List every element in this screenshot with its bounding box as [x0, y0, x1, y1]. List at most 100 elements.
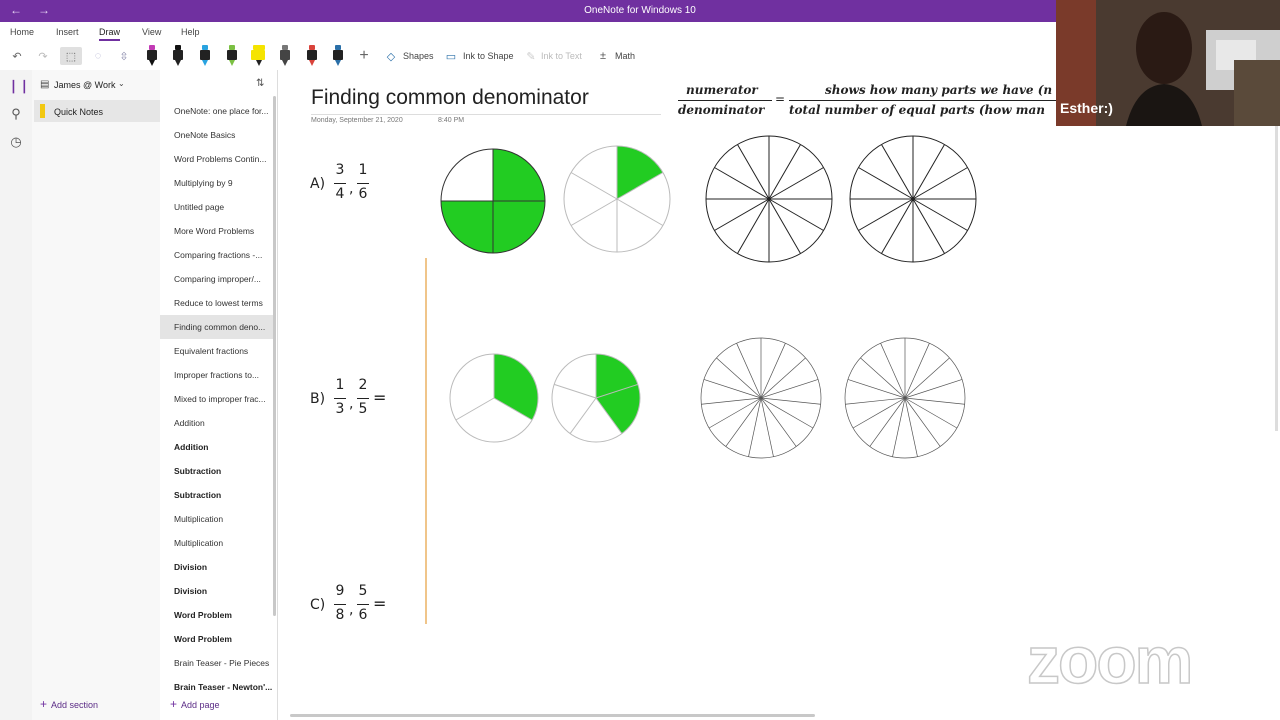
page-item[interactable]: OneNote Basics: [160, 123, 274, 147]
fraction-bar: [357, 183, 369, 184]
notebook-icon: ▤: [40, 79, 50, 90]
fraction-bar: [357, 604, 369, 605]
page-item-label: Comparing fractions -...: [174, 250, 263, 260]
add-section-label: Add section: [51, 700, 99, 710]
shapes-icon[interactable]: ◇: [384, 47, 398, 65]
pen-7-icon[interactable]: [332, 45, 344, 67]
page-item-label: Subtraction: [174, 466, 222, 476]
page-item[interactable]: Word Problem: [160, 627, 274, 651]
sort-pages-icon[interactable]: ⇅: [256, 78, 264, 89]
pen-5-icon[interactable]: [279, 45, 291, 67]
add-section-button[interactable]: + Add section: [40, 697, 98, 711]
page-item[interactable]: More Word Problems: [160, 219, 274, 243]
sections-panel: ▤ James @ Work ⌄ Quick Notes: [32, 70, 160, 720]
fraction-bar: [334, 398, 346, 399]
problem-label: B): [310, 391, 326, 407]
fraction-denominator: 8: [335, 607, 345, 623]
shapes-button[interactable]: Shapes: [403, 51, 434, 61]
page-item[interactable]: Brain Teaser - Newton'...: [160, 675, 274, 699]
page-item-label: Word Problems Contin...: [174, 154, 267, 164]
redo-icon[interactable]: ↷: [34, 47, 52, 65]
page-item-label: Equivalent fractions: [174, 346, 249, 356]
ink-to-shape-button[interactable]: Ink to Shape: [463, 51, 514, 61]
page-item[interactable]: Brain Teaser - Pie Pieces: [160, 651, 274, 675]
fraction-numerator: 1: [335, 377, 345, 393]
page-item[interactable]: Multiplication: [160, 531, 274, 555]
insert-space-icon[interactable]: ⇳: [114, 47, 134, 65]
ink-to-shape-icon[interactable]: ▭: [444, 47, 458, 65]
math-button[interactable]: Math: [615, 51, 635, 61]
page-item[interactable]: Word Problem: [160, 603, 274, 627]
page-item-label: Multiplication: [174, 514, 224, 524]
fraction-denominator: 6: [358, 186, 368, 202]
tab-help[interactable]: Help: [181, 27, 200, 37]
page-item-label: Word Problem: [174, 634, 232, 644]
ink-divider-line: [425, 258, 427, 624]
pen-1-icon[interactable]: [146, 45, 158, 67]
webcam-video: Esther:): [1056, 0, 1280, 126]
fraction-numerator: 1: [358, 162, 368, 178]
plus-icon: +: [40, 697, 48, 711]
ink-to-text-icon: ✎: [526, 50, 536, 63]
section-label: Quick Notes: [54, 107, 104, 117]
eraser-icon[interactable]: ◌: [88, 47, 108, 65]
pen-4-icon[interactable]: [226, 45, 238, 67]
pen-6-icon[interactable]: [306, 45, 318, 67]
notebooks-icon[interactable]: ❘❘❘: [8, 78, 41, 94]
page-item[interactable]: OneNote: one place for...: [160, 99, 274, 123]
page-item[interactable]: Reduce to lowest terms: [160, 291, 274, 315]
recent-icon[interactable]: ◷: [8, 134, 24, 150]
section-quick-notes[interactable]: Quick Notes: [34, 100, 160, 122]
page-item[interactable]: Finding common deno...: [160, 315, 274, 339]
tab-draw[interactable]: Draw: [99, 27, 121, 41]
page-item[interactable]: Improper fractions to...: [160, 363, 274, 387]
formula-rhs-numerator: shows how many parts we have (n: [825, 83, 1053, 97]
tab-view[interactable]: View: [142, 27, 161, 37]
page-item[interactable]: Word Problems Contin...: [160, 147, 274, 171]
page-item[interactable]: Equivalent fractions: [160, 339, 274, 363]
page-item[interactable]: Comparing improper/...: [160, 267, 274, 291]
formula-lhs-bar: [678, 100, 772, 101]
page-item[interactable]: Subtraction: [160, 459, 274, 483]
notebook-selector[interactable]: James @ Work: [54, 80, 115, 90]
fraction-bar: [357, 398, 369, 399]
add-page-button[interactable]: + Add page: [170, 697, 220, 711]
undo-icon[interactable]: ↶: [8, 47, 26, 65]
add-pen-icon[interactable]: +: [356, 47, 372, 65]
page-title[interactable]: Finding common denominator: [311, 86, 589, 110]
page-item[interactable]: Multiplication: [160, 507, 274, 531]
pen-3-icon[interactable]: [199, 45, 211, 67]
page-date: Monday, September 21, 2020: [311, 117, 403, 124]
fraction-bar: [334, 604, 346, 605]
chevron-down-icon[interactable]: ⌄: [118, 79, 125, 88]
page-item-label: Finding common deno...: [174, 322, 266, 332]
page-item[interactable]: Division: [160, 579, 274, 603]
tab-home[interactable]: Home: [10, 27, 34, 37]
page-item[interactable]: Multiplying by 9: [160, 171, 274, 195]
comma: ,: [349, 181, 354, 197]
page-item[interactable]: Untitled page: [160, 195, 274, 219]
nav-rail: ❘❘❘ ⚲ ◷: [0, 70, 41, 720]
lasso-select-icon[interactable]: ⬚: [60, 47, 82, 65]
page-item[interactable]: Division: [160, 555, 274, 579]
page-item[interactable]: Mixed to improper frac...: [160, 387, 274, 411]
page-item[interactable]: Addition: [160, 411, 274, 435]
search-icon[interactable]: ⚲: [8, 106, 24, 122]
math-icon[interactable]: ±: [596, 47, 610, 65]
pages-scrollbar[interactable]: [273, 96, 276, 616]
canvas-vertical-scrollbar[interactable]: [1275, 126, 1278, 431]
formula-rhs-bar: [789, 100, 1056, 101]
tab-insert[interactable]: Insert: [56, 27, 79, 37]
page-item[interactable]: Addition: [160, 435, 274, 459]
participant-name: Esther:): [1060, 100, 1113, 116]
highlighter-icon[interactable]: [250, 45, 268, 67]
formula-lhs-numerator: numerator: [686, 83, 758, 97]
page-item-label: Brain Teaser - Newton'...: [174, 682, 273, 692]
canvas-horizontal-scrollbar[interactable]: [290, 714, 815, 717]
page-item-label: Division: [174, 562, 208, 572]
page-item[interactable]: Subtraction: [160, 483, 274, 507]
formula-rhs-denominator: total number of equal parts (how man: [789, 103, 1045, 117]
add-page-label: Add page: [181, 700, 220, 710]
pen-2-icon[interactable]: [172, 45, 184, 67]
page-item[interactable]: Comparing fractions -...: [160, 243, 274, 267]
